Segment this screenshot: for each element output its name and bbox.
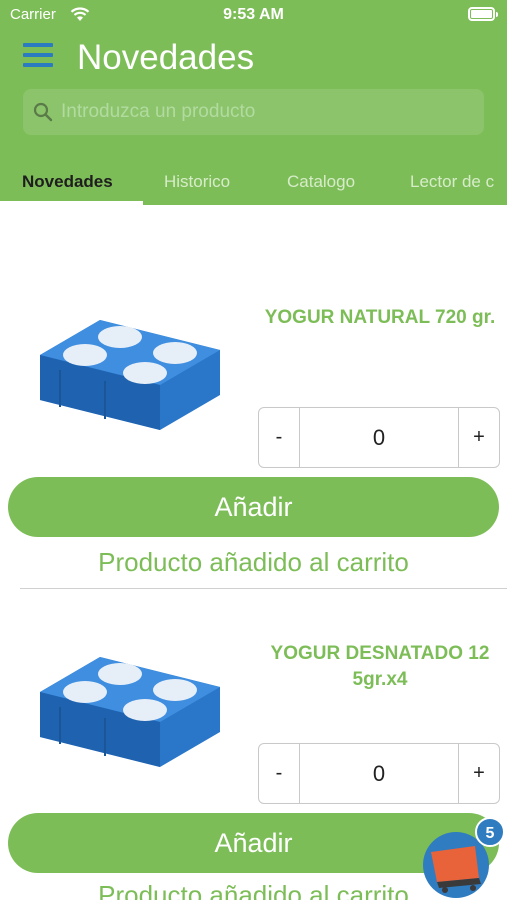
tab-historico[interactable]: Historico (164, 172, 230, 192)
product-card: YOGUR NATURAL 720 gr. - + Añadir Product… (0, 205, 507, 590)
tab-bar: Novedades Historico Catalogo Lector de c (0, 160, 507, 205)
battery-icon (468, 7, 498, 21)
status-time: 9:53 AM (223, 6, 284, 23)
app-header: Carrier 9:53 AM Novedades Novedades Hist… (0, 0, 507, 205)
product-image (40, 657, 220, 767)
tab-novedades[interactable]: Novedades (22, 172, 113, 192)
quantity-stepper: - + (258, 743, 500, 804)
quantity-stepper: - + (258, 407, 500, 468)
increment-button[interactable]: + (458, 744, 499, 803)
add-to-cart-button[interactable]: Añadir (8, 477, 499, 537)
quantity-input[interactable] (300, 744, 458, 803)
quantity-input[interactable] (300, 408, 458, 467)
cart-count-badge: 5 (475, 817, 505, 847)
product-image (40, 320, 220, 430)
product-name: YOGUR DESNATADO 12 5gr.x4 (270, 643, 490, 690)
hamburger-menu-icon[interactable] (23, 43, 53, 67)
decrement-button[interactable]: - (259, 408, 300, 467)
search-icon (33, 102, 53, 122)
tab-lector[interactable]: Lector de c (410, 172, 494, 192)
page-title: Novedades (77, 38, 255, 77)
status-bar: Carrier 9:53 AM (0, 0, 507, 30)
increment-button[interactable]: + (458, 408, 499, 467)
decrement-button[interactable]: - (259, 744, 300, 803)
tab-catalogo[interactable]: Catalogo (287, 172, 355, 192)
product-name: YOGUR NATURAL 720 gr. (264, 307, 496, 328)
search-input[interactable] (61, 97, 471, 127)
search-bar[interactable] (23, 89, 484, 135)
